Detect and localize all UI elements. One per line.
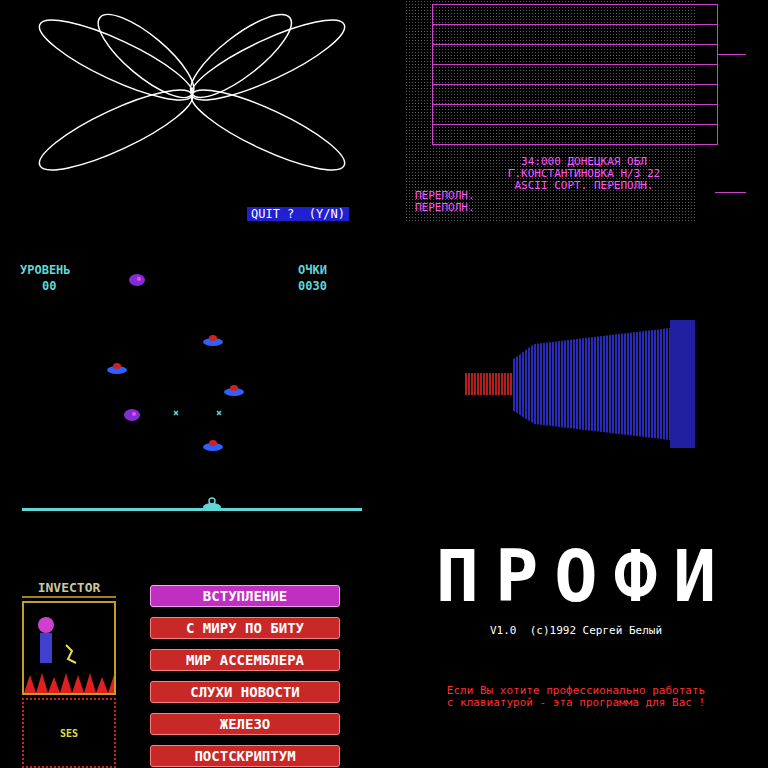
sheet-grid-row [433, 85, 717, 105]
sheet-screen: 34:000 ДОНЕЦКАЯ ОБЛГ.КОНСТАНТИНОВКА Н/З … [384, 0, 768, 256]
menu-item[interactable]: ЖЕЛЕЗО [150, 713, 340, 735]
magazine-screen: INVECTOR SES ВСТУПЛЕНИЕ С МИРУ ПО БИТУ МИР А… [0, 512, 384, 768]
overflow-message: ПЕРЕПОЛН. [415, 202, 475, 214]
menu-label: ВСТУПЛЕНИЕ [203, 587, 287, 605]
profi-tagline: Если Вы хотите профессионально работать … [446, 685, 706, 709]
menu-item[interactable]: ВСТУПЛЕНИЕ [150, 585, 340, 607]
magazine-side: INVECTOR SES [22, 580, 116, 768]
sheet-grid-row [433, 65, 717, 85]
spindle-icon [384, 256, 768, 512]
cover-art-icon [24, 603, 114, 693]
sheet-line: 34:000 ДОНЕЦКАЯ ОБЛ [521, 156, 647, 168]
magazine-logo: INVECTOR [22, 580, 116, 598]
menu-label: С МИРУ ПО БИТУ [186, 619, 304, 637]
level-value: 00 [20, 278, 71, 294]
sheet-messages: ПЕРЕПОЛН.ПЕРЕПОЛН. [415, 190, 475, 214]
saucer-icon [107, 363, 127, 374]
level-label: УРОВЕНЬ [20, 262, 71, 278]
fish-icon [124, 409, 140, 421]
player-cannon-icon [203, 498, 221, 511]
saucer-icon [224, 385, 244, 396]
profi-title-screen: ПРОФИ V1.0 (c)1992 Сергей Белый Если Вы хо… [384, 512, 768, 768]
profi-logo: ПРОФИ [420, 540, 733, 612]
sheet-grid-row [433, 25, 717, 45]
sheet-line: ASCII СОРТ. ПЕРЕПОЛН. [514, 180, 653, 192]
grid-line [718, 54, 746, 55]
collage: QUIT ? (Y/N) 34:000 ДОНЕЦКАЯ ОБЛГ.КОНСТА… [0, 0, 768, 768]
fish-icon [129, 274, 145, 286]
score-box: ОЧКИ0030 [298, 262, 327, 294]
score-value: 0030 [298, 278, 327, 294]
level-box: УРОВЕНЬ00 [20, 262, 71, 294]
ses-box: SES [22, 698, 116, 768]
cover-picture [22, 601, 116, 695]
sheet-line: Г.КОНСТАНТИНОВКА Н/З 22 [508, 168, 660, 180]
grid-line [715, 192, 746, 193]
score-label: ОЧКИ [298, 262, 327, 278]
menu-item[interactable]: ПОСТСКРИПТУМ [150, 745, 340, 767]
ses-badge: SES [60, 726, 78, 741]
menu-item[interactable]: С МИРУ ПО БИТУ [150, 617, 340, 639]
plot-screen: QUIT ? (Y/N) [0, 0, 384, 256]
overflow-message: ПЕРЕПОЛН. [415, 190, 475, 202]
menu-label: МИР АССЕМБЛЕРА [186, 651, 304, 669]
magazine-layout: INVECTOR SES ВСТУПЛЕНИЕ С МИРУ ПО БИТУ МИР А… [0, 512, 384, 768]
render-screen [384, 256, 768, 512]
sheet-grid [432, 4, 718, 145]
profi-version: V1.0 (c)1992 Сергей Белый [490, 624, 662, 637]
sheet-grid-row [433, 45, 717, 65]
ground-icon [22, 508, 362, 511]
sheet-grid-row [433, 125, 717, 145]
sheet-grid-row [433, 105, 717, 125]
menu-label: ПОСТСКРИПТУМ [194, 747, 295, 765]
sheet-lines: 34:000 ДОНЕЦКАЯ ОБЛГ.КОНСТАНТИНОВКА Н/З … [464, 156, 704, 192]
spark-icon [217, 411, 221, 415]
game-field-icon [0, 256, 384, 512]
spark-icon [174, 411, 178, 415]
magazine-menu: ВСТУПЛЕНИЕ С МИРУ ПО БИТУ МИР АССЕМБЛЕРА СЛ… [150, 580, 340, 768]
game-screen: УРОВЕНЬ00 ОЧКИ0030 [0, 256, 384, 512]
profi-screen: ПРОФИ V1.0 (c)1992 Сергей Белый Если Вы хо… [384, 512, 768, 768]
saucer-icon [203, 440, 223, 451]
menu-item[interactable]: МИР АССЕМБЛЕРА [150, 649, 340, 671]
menu-item[interactable]: СЛУХИ НОВОСТИ [150, 681, 340, 703]
menu-label: СЛУХИ НОВОСТИ [190, 683, 300, 701]
menu-label: ЖЕЛЕЗО [220, 715, 271, 733]
quit-prompt[interactable]: QUIT ? (Y/N) [247, 207, 349, 221]
sheet-grid-row [433, 5, 717, 25]
saucer-icon [203, 335, 223, 346]
